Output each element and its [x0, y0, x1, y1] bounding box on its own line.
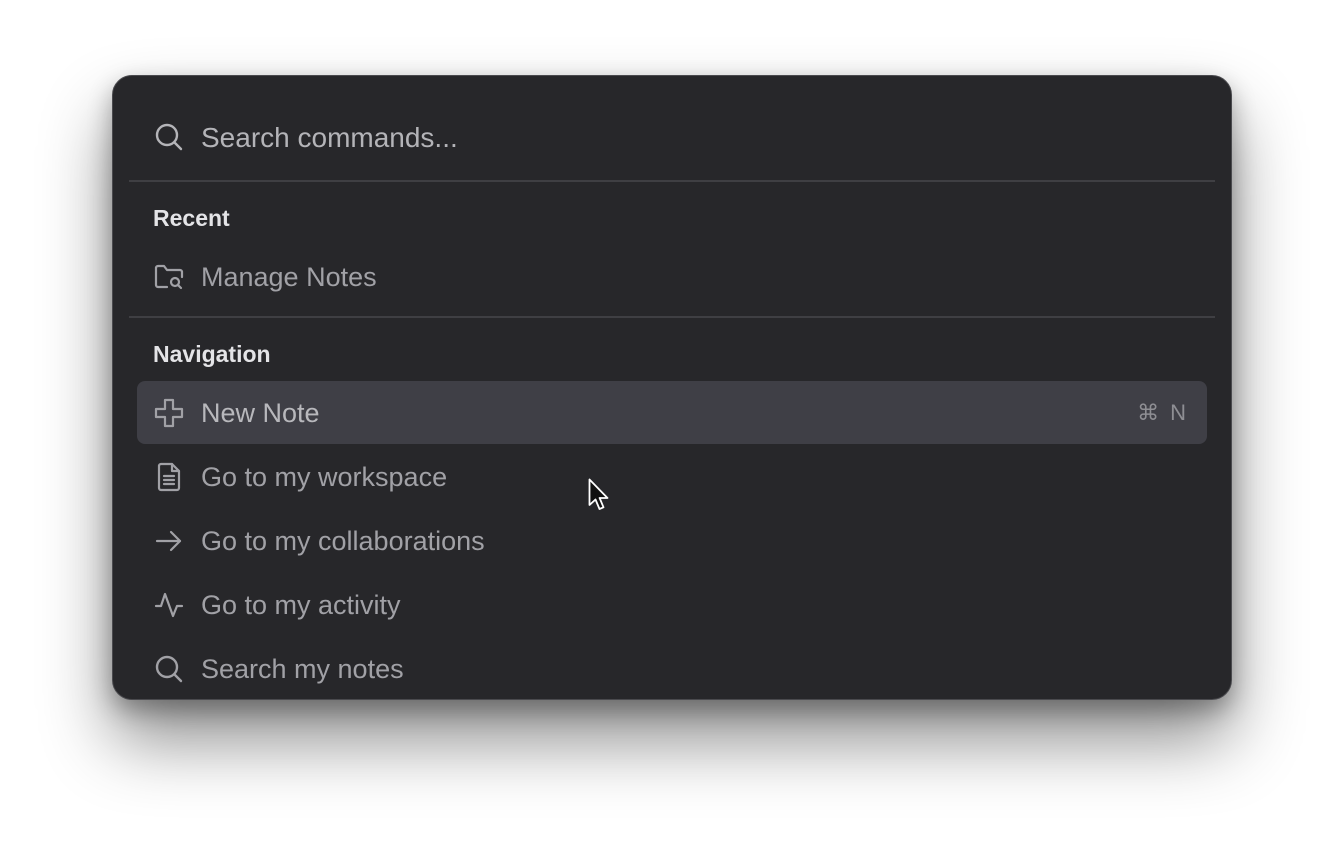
search-icon	[153, 653, 185, 685]
command-item-label: Go to my activity	[201, 590, 401, 620]
arrow-right-icon	[153, 525, 185, 557]
document-icon	[153, 461, 185, 493]
command-key-icon: ⌘	[1137, 400, 1161, 425]
section-title-navigation: Navigation	[153, 341, 271, 367]
command-item-go-to-activity[interactable]: Go to my activity	[137, 573, 1207, 636]
command-item-search-notes[interactable]: Search my notes	[137, 637, 1207, 699]
mouse-pointer-icon	[588, 478, 612, 516]
search-row	[113, 76, 1231, 182]
search-input[interactable]	[201, 116, 1101, 160]
command-item-label: Search my notes	[201, 654, 404, 684]
folder-search-icon	[153, 261, 185, 293]
command-item-new-note[interactable]: New Note ⌘ N	[137, 381, 1207, 444]
command-item-label: Go to my workspace	[201, 462, 448, 492]
search-icon	[153, 121, 185, 153]
shortcut-key: N	[1170, 400, 1187, 425]
command-item-go-to-collaborations[interactable]: Go to my collaborations	[137, 509, 1207, 572]
command-item-label: Go to my collaborations	[201, 526, 485, 556]
command-item-go-to-workspace[interactable]: Go to my workspace	[137, 445, 1207, 508]
keyboard-shortcut: ⌘ N	[1137, 399, 1187, 427]
divider	[129, 180, 1215, 182]
divider	[129, 316, 1215, 318]
section-title-recent: Recent	[153, 205, 230, 231]
command-item-manage-notes[interactable]: Manage Notes	[137, 245, 1207, 308]
plus-icon	[153, 397, 185, 429]
command-item-label: Manage Notes	[201, 262, 377, 292]
command-item-label: New Note	[201, 398, 320, 428]
command-palette: Recent Manage Notes Navigation New Note …	[112, 75, 1232, 700]
activity-icon	[153, 589, 185, 621]
